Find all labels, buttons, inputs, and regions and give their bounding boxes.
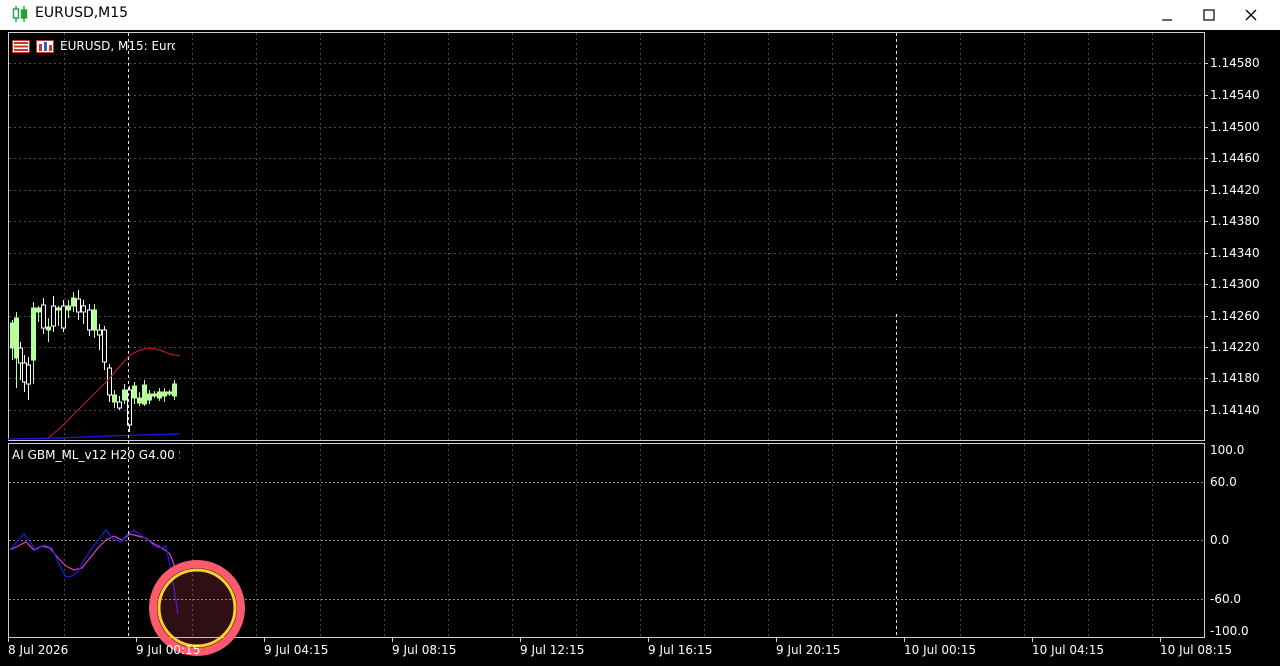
bear-candle <box>61 305 66 329</box>
chart-bars-icon <box>36 39 54 53</box>
time-axis-label: 10 Jul 08:15 <box>1160 643 1232 657</box>
bear-candle <box>76 298 81 313</box>
indicator-level-label: -60.0 <box>1210 592 1242 606</box>
bear-candle <box>81 305 86 313</box>
maximize-button[interactable] <box>1188 0 1230 30</box>
bull-candle <box>132 385 137 399</box>
bull-candle <box>56 307 61 311</box>
time-axis-label: 8 Jul 2026 <box>8 643 69 657</box>
candlestick-app-icon <box>12 6 28 22</box>
bear-candle <box>22 362 27 383</box>
price-axis-label: 1.14180 <box>1210 371 1260 385</box>
bear-candle <box>107 367 112 396</box>
bear-candle <box>87 309 92 331</box>
bear-candle <box>117 401 122 409</box>
chart-list-icon <box>12 39 30 53</box>
time-axis-label: 9 Jul 20:15 <box>776 643 841 657</box>
price-axis-label: 1.14300 <box>1210 277 1260 291</box>
bear-candle <box>97 329 102 336</box>
window-title: EURUSD,M15 <box>35 5 129 21</box>
bull-candle <box>92 309 97 331</box>
moving-average-blue <box>7 433 181 440</box>
indicator-level-label: 60.0 <box>1210 475 1237 489</box>
indicator-level-label: 0.0 <box>1210 533 1230 547</box>
price-axis-label: 1.14420 <box>1210 183 1260 197</box>
price-axis-label: 1.14260 <box>1210 309 1260 323</box>
bull-candle <box>112 394 117 403</box>
price-axis-label: 1.14380 <box>1210 214 1260 228</box>
minimize-icon <box>1162 19 1172 21</box>
bear-candle <box>41 304 46 329</box>
bear-candle <box>18 347 23 364</box>
indicator-level-label: 100.0 <box>1210 443 1245 457</box>
bull-candle <box>157 391 162 399</box>
indicator-level-label: -100.0 <box>1210 624 1249 638</box>
time-axis-label: 10 Jul 00:15 <box>904 643 976 657</box>
bull-candle <box>172 383 177 397</box>
chart-header: EURUSD, M15: Euro <box>12 39 175 53</box>
bull-candle <box>66 305 71 311</box>
bull-candle <box>137 397 142 404</box>
price-pane-border <box>8 32 1205 441</box>
bear-candle <box>51 305 56 327</box>
bull-candle <box>36 307 41 313</box>
signal-line-magenta <box>9 533 177 571</box>
close-icon <box>1245 9 1257 21</box>
close-button[interactable] <box>1230 0 1272 30</box>
time-axis-label: 9 Jul 08:15 <box>392 643 457 657</box>
bull-candle <box>142 384 147 405</box>
grid <box>8 33 1208 642</box>
bull-candle <box>71 297 76 307</box>
bull-candle <box>152 393 157 397</box>
time-axis-label: 9 Jul 16:15 <box>648 643 713 657</box>
title-bar[interactable]: EURUSD,M15 <box>0 0 1280 30</box>
price-axis-label: 1.14340 <box>1210 246 1260 260</box>
symbol-label: EURUSD, M15: Euro <box>60 39 175 53</box>
time-axis-label: 10 Jul 04:15 <box>1032 643 1104 657</box>
bull-candle <box>122 389 127 401</box>
time-axis-label: 9 Jul 04:15 <box>264 643 329 657</box>
bear-candle <box>26 364 31 385</box>
minimize-button[interactable] <box>1146 0 1188 30</box>
chart-canvas[interactable] <box>0 30 1280 666</box>
maximize-icon <box>1203 9 1215 21</box>
time-axis-label: 9 Jul 12:15 <box>520 643 585 657</box>
price-axis-label: 1.14220 <box>1210 340 1260 354</box>
price-axis-label: 1.14460 <box>1210 151 1260 165</box>
price-axis-label: 1.14140 <box>1210 403 1260 417</box>
indicator-title: AI GBM_ML_v12 H20 G4.00 Sig <box>12 448 180 462</box>
price-axis-label: 1.14500 <box>1210 120 1260 134</box>
bull-candle <box>14 317 19 359</box>
bull-candle <box>162 391 167 397</box>
bull-candle <box>31 307 36 361</box>
time-axis-label: 9 Jul 00:15 <box>136 643 201 657</box>
bull-candle <box>10 322 15 349</box>
bull-candle <box>167 391 172 395</box>
bull-candle <box>147 393 152 401</box>
chart-window[interactable]: EURUSD, M15: Euro AI GBM_ML_v12 H20 G4.0… <box>0 30 1280 666</box>
bull-candle <box>46 326 51 331</box>
price-axis-label: 1.14540 <box>1210 88 1260 102</box>
price-axis-label: 1.14580 <box>1210 56 1260 70</box>
bear-candle <box>102 329 107 363</box>
